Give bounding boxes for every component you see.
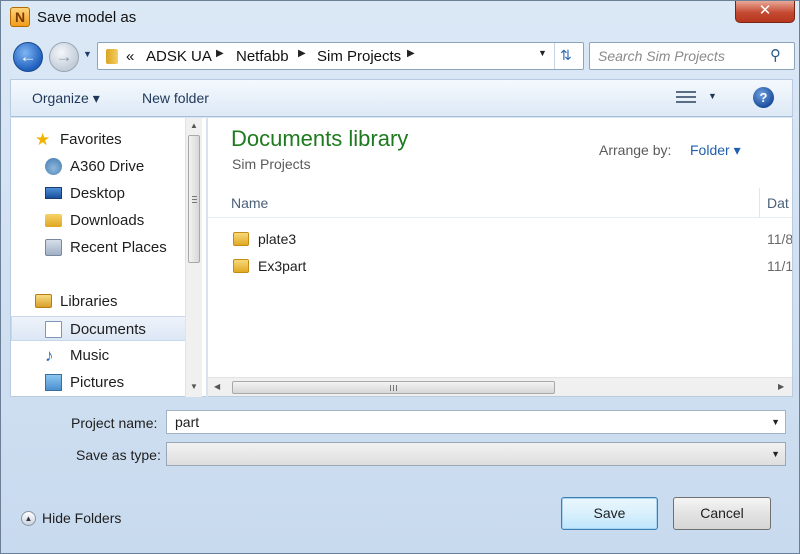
scroll-left-icon[interactable]: ◀	[214, 382, 220, 391]
hide-folders-label: Hide Folders	[42, 510, 122, 526]
window-title: Save model as	[37, 9, 137, 26]
grip-line	[393, 385, 394, 391]
libraries-icon	[35, 294, 52, 308]
grip-line	[390, 385, 391, 391]
divider	[554, 43, 555, 69]
search-box[interactable]: ⚲	[589, 42, 795, 70]
folder-icon	[233, 259, 249, 273]
file-name: Ex3part	[258, 258, 307, 274]
recent-locations-dropdown-icon[interactable]: ▼	[83, 49, 95, 63]
search-input[interactable]	[596, 46, 764, 66]
navigation-pane: ★ Favorites A360 Drive Desktop Downloads…	[10, 118, 207, 397]
folder-icon	[106, 49, 118, 64]
grip-line	[396, 385, 397, 391]
breadcrumb-adsk-ua[interactable]: ADSK UA	[146, 48, 212, 65]
documents-icon	[45, 321, 62, 338]
file-date: 11/8	[767, 231, 793, 247]
chevron-down-icon[interactable]: ▼	[771, 449, 780, 459]
music-icon: ♪	[45, 346, 54, 365]
sidebar-item-pictures[interactable]: Pictures	[11, 370, 186, 395]
star-icon: ★	[35, 130, 51, 149]
organize-menu[interactable]: Organize ▾	[32, 90, 100, 107]
address-dropdown-icon[interactable]: ▼	[538, 48, 552, 58]
scroll-down-icon[interactable]: ▼	[189, 382, 199, 391]
project-name-label: Project name:	[71, 415, 158, 431]
sidebar-item-label: Pictures	[70, 374, 125, 391]
breadcrumb-chevron-icon[interactable]: ▶	[407, 48, 415, 59]
cancel-button[interactable]: Cancel	[673, 497, 771, 530]
breadcrumb-overflow[interactable]: «	[126, 48, 134, 65]
sidebar-item-desktop[interactable]: Desktop	[11, 181, 186, 206]
list-item[interactable]: plate3 11/8	[208, 227, 793, 253]
sidebar-item-label: Downloads	[70, 212, 145, 229]
breadcrumb-sim-projects[interactable]: Sim Projects	[317, 48, 401, 65]
sidebar-item-label: Documents	[70, 321, 146, 338]
project-name-input[interactable]	[173, 413, 753, 431]
breadcrumb-netfabb[interactable]: Netfabb	[236, 48, 289, 65]
desktop-icon	[45, 187, 62, 199]
netfabb-app-icon: N	[10, 7, 30, 27]
sidebar-item-label: Desktop	[70, 185, 126, 202]
back-button[interactable]: ←	[13, 42, 43, 72]
scrollbar-thumb[interactable]	[232, 381, 555, 394]
pictures-icon	[45, 374, 62, 391]
navigation-scrollbar[interactable]: ▲ ▼	[185, 118, 202, 397]
column-header-date[interactable]: Dat	[767, 195, 789, 211]
scroll-right-icon[interactable]: ▶	[778, 382, 784, 391]
project-name-combobox[interactable]: ▼	[166, 410, 786, 434]
column-header-row: Name Dat	[208, 188, 792, 218]
list-item[interactable]: Ex3part 11/1	[208, 254, 793, 280]
command-toolbar: Organize ▾ New folder ▼ ?	[10, 79, 793, 117]
sidebar-item-a360-drive[interactable]: A360 Drive	[11, 154, 186, 179]
file-date: 11/1	[767, 258, 793, 274]
cloud-drive-icon	[45, 158, 62, 175]
save-button[interactable]: Save	[561, 497, 658, 530]
forward-button[interactable]: →	[49, 42, 79, 72]
sidebar-item-label: A360 Drive	[70, 158, 145, 175]
address-bar[interactable]: « ADSK UA ▶ Netfabb ▶ Sim Projects ▶ ▼ ⇅	[97, 42, 584, 70]
sidebar-item-libraries[interactable]: Libraries	[11, 289, 186, 314]
library-subtitle: Sim Projects	[232, 156, 311, 172]
search-icon[interactable]: ⚲	[770, 46, 788, 66]
view-details-icon[interactable]	[676, 88, 696, 108]
new-folder-button[interactable]: New folder	[142, 90, 209, 106]
title-bar: N Save model as ✕	[1, 1, 799, 35]
sidebar-item-label: Favorites	[60, 131, 122, 148]
scroll-up-icon[interactable]: ▲	[189, 121, 199, 130]
file-name: plate3	[258, 231, 297, 247]
grip-line	[192, 196, 197, 197]
file-list-pane: Documents library Sim Projects Arrange b…	[208, 118, 793, 397]
save-dialog: N Save model as ✕ ← → ▼ « ADSK UA ▶ Netf…	[0, 0, 800, 554]
sidebar-item-label: Music	[70, 347, 110, 364]
refresh-icon[interactable]: ⇅	[560, 47, 580, 64]
sidebar-item-favorites[interactable]: ★ Favorites	[11, 127, 186, 152]
column-divider[interactable]	[759, 188, 760, 218]
breadcrumb-chevron-icon[interactable]: ▶	[216, 48, 224, 59]
downloads-folder-icon	[45, 214, 62, 227]
folder-icon	[233, 232, 249, 246]
scrollbar-thumb[interactable]	[188, 135, 200, 263]
view-options-dropdown-icon[interactable]: ▼	[708, 91, 717, 101]
grip-line	[192, 202, 197, 203]
sidebar-item-label: Recent Places	[70, 239, 167, 256]
sidebar-item-downloads[interactable]: Downloads	[11, 208, 186, 233]
help-icon[interactable]: ?	[753, 87, 774, 108]
save-as-type-label: Save as type:	[76, 447, 161, 463]
sidebar-item-label: Libraries	[60, 293, 118, 310]
horizontal-scrollbar[interactable]: ◀ ▶	[208, 377, 792, 396]
arrange-by-label: Arrange by:	[599, 142, 672, 158]
sidebar-item-recent-places[interactable]: Recent Places	[11, 235, 186, 260]
close-button[interactable]: ✕	[735, 1, 795, 23]
collapse-up-icon: ▲	[21, 511, 36, 526]
grip-line	[192, 199, 197, 200]
chevron-down-icon[interactable]: ▼	[771, 417, 780, 427]
library-title: Documents library	[231, 126, 409, 151]
sidebar-item-documents[interactable]: Documents	[11, 316, 186, 341]
breadcrumb-chevron-icon[interactable]: ▶	[298, 48, 306, 59]
recent-places-icon	[45, 239, 62, 256]
column-header-name[interactable]: Name	[231, 195, 268, 211]
sidebar-item-music[interactable]: ♪ Music	[11, 343, 186, 368]
arrange-by-dropdown[interactable]: Folder ▾	[690, 142, 741, 159]
save-as-type-select[interactable]: ▼	[166, 442, 786, 466]
